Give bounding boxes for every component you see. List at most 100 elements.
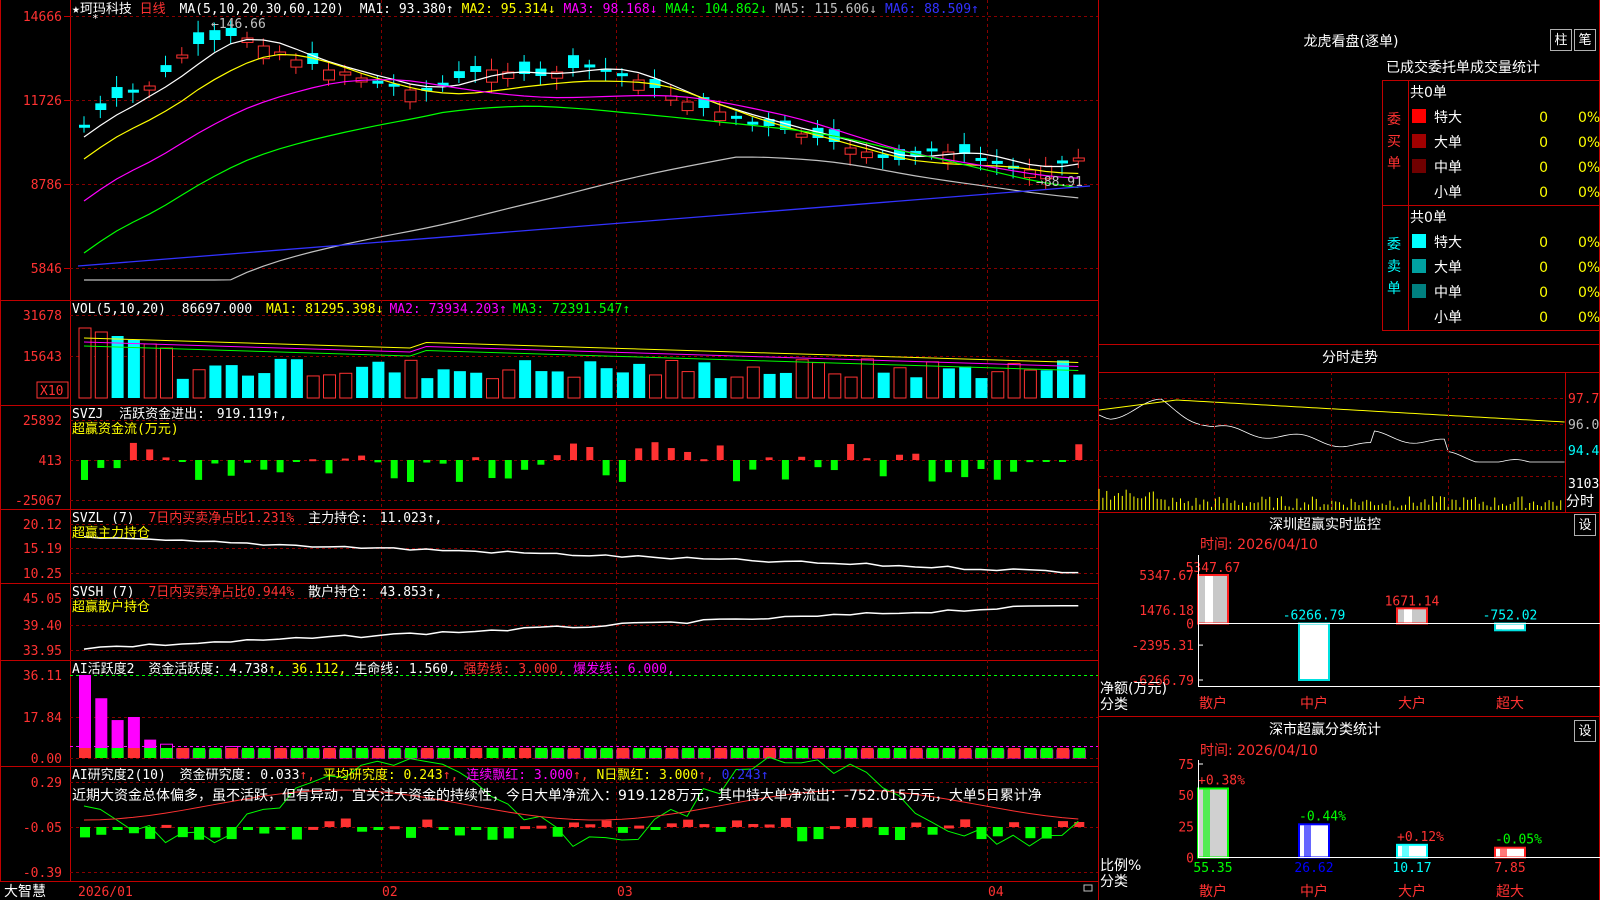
candle-up xyxy=(1072,157,1085,162)
ai1-base-bar xyxy=(356,748,369,758)
row-name: 小单 xyxy=(1434,310,1462,326)
ai2-bar xyxy=(797,827,808,842)
ai2-bar xyxy=(992,827,1003,837)
y-tick: 20.12 xyxy=(23,518,62,533)
svzl-line xyxy=(83,536,1079,574)
ai2-bar xyxy=(275,827,286,830)
lhb-subtitle: 已成交委托单成交量统计 xyxy=(1386,59,1540,76)
ai2-bar xyxy=(503,827,514,839)
svzj-bar xyxy=(97,460,105,468)
ma-line xyxy=(83,105,1079,254)
svzj-bar xyxy=(178,460,186,462)
ai1-base-bar xyxy=(144,748,157,758)
x-tick: 2026/01 xyxy=(78,885,133,900)
ai2-bar xyxy=(732,820,742,827)
vol-ma-value: MA2: 73934.203↑ xyxy=(389,302,506,317)
ai2-bar xyxy=(161,824,172,828)
ma-params: MA(5,10,20,30,60,120) xyxy=(180,2,344,17)
svzj-bar xyxy=(439,460,447,464)
ai2-bar xyxy=(617,827,628,833)
kline-y-labels: 14666 11726 8786 5846 xyxy=(23,10,62,277)
y-tick: 17.84 xyxy=(23,711,62,726)
y-tick: 0.29 xyxy=(31,776,62,791)
svzj-bar xyxy=(553,455,561,460)
y-tick: 8786 xyxy=(31,178,62,193)
monitor-y-tick: 0 xyxy=(1186,618,1194,633)
svzj-bar xyxy=(504,460,512,479)
buy-side-char: 委 xyxy=(1387,112,1401,128)
classify-y-tick: 50 xyxy=(1178,789,1194,804)
ai1-base-bar xyxy=(861,748,874,758)
monitor-settings-button[interactable]: 设 xyxy=(1574,514,1596,536)
stock-name: ★珂玛科技 xyxy=(72,2,132,17)
terminal-canvas: 5347.671476.180-2395.31-6266.795347.67散户… xyxy=(0,0,1600,900)
vol-bar-up xyxy=(160,347,173,399)
tick-mode-button[interactable]: 笔 xyxy=(1574,29,1596,51)
y-tick: 33.95 xyxy=(23,644,62,659)
ai2-bar xyxy=(715,827,726,832)
ai2-bar xyxy=(666,823,677,827)
ai2-bar xyxy=(1058,821,1068,827)
candle-down xyxy=(584,64,596,68)
ai2-bar xyxy=(357,827,368,832)
classify-value-label: 55.35 xyxy=(1193,861,1232,876)
classify-bar xyxy=(1396,843,1428,859)
ai1-base-bar xyxy=(959,748,972,758)
svzj-bar xyxy=(325,460,333,474)
vol-bar-down xyxy=(959,366,972,398)
ai2-value: N日飘红: 3.000 xyxy=(596,767,698,783)
ai1-base-bar xyxy=(79,748,91,758)
ai1-value: 爆发线: 6.000, xyxy=(565,661,674,677)
classify-category: 大户 xyxy=(1398,883,1426,900)
fenshi-vol-label: 3103 xyxy=(1568,477,1599,492)
y-tick: 45.05 xyxy=(23,592,62,607)
ai1-base-bar xyxy=(731,748,743,758)
vol-bar-down xyxy=(274,358,287,398)
row-pct: 0% xyxy=(1578,285,1600,301)
monitor-bar-shine xyxy=(1306,624,1314,679)
svzj-bar xyxy=(1042,460,1050,462)
vol-bar-up xyxy=(323,374,336,399)
svzj-bar xyxy=(977,460,985,469)
fenshi-y-tick: 94.46 xyxy=(1568,444,1600,459)
ai1-bars xyxy=(70,675,1098,759)
bar-mode-button[interactable]: 柱 xyxy=(1550,29,1572,51)
svzj-bar xyxy=(716,445,724,460)
vol-bar-down xyxy=(1040,370,1053,398)
monitor-chart: 5347.671476.180-2395.31-6266.795347.67散户… xyxy=(1131,561,1537,712)
ai1-base-bar xyxy=(682,748,695,758)
y-tick: 31678 xyxy=(23,309,62,324)
sell-side-char: 单 xyxy=(1387,281,1401,297)
svzj-bar xyxy=(227,460,235,476)
ai1-base-bar xyxy=(323,748,336,758)
candle-up xyxy=(176,54,189,59)
ai2-bar xyxy=(177,827,188,838)
ma-value: MA3: 98.168↓ xyxy=(564,2,658,17)
classify-settings-button[interactable]: 设 xyxy=(1574,720,1596,742)
ai2-value: ↑, xyxy=(573,768,596,783)
legend-swatch xyxy=(1412,109,1426,123)
ai2-bar xyxy=(520,826,531,830)
row-count: 0 xyxy=(1539,310,1548,326)
row-pct: 0% xyxy=(1578,310,1600,326)
ai2-value: ↑, xyxy=(299,768,322,783)
ai2-bar xyxy=(112,827,123,830)
candle-down xyxy=(926,148,938,152)
ai2-bar xyxy=(650,827,661,830)
row-name: 大单 xyxy=(1434,260,1462,276)
ma-values: MA1: 93.380↑ MA2: 95.314↓ MA3: 98.168↓ MA4:… xyxy=(360,2,979,17)
ai2-bar xyxy=(406,827,416,838)
classify-y-tick: 75 xyxy=(1178,758,1194,773)
candle-down xyxy=(731,115,742,119)
classify-change-label: -0.05% xyxy=(1495,833,1542,848)
ai1-base-bar xyxy=(633,748,646,758)
buy-side-label: 委买单 xyxy=(1387,112,1401,172)
monitor-value-label: 5347.67 xyxy=(1186,561,1241,576)
svzj-header: SVZJ 活跃资金进出: 919.119↑, xyxy=(72,406,287,422)
vol-bar-down xyxy=(714,378,727,398)
candle-down xyxy=(95,103,107,110)
fenshi-unit: 分时 xyxy=(1566,494,1594,510)
ai1-base-bar xyxy=(828,748,841,758)
buy-side-char: 单 xyxy=(1387,156,1401,172)
svzj-bar xyxy=(830,460,838,471)
